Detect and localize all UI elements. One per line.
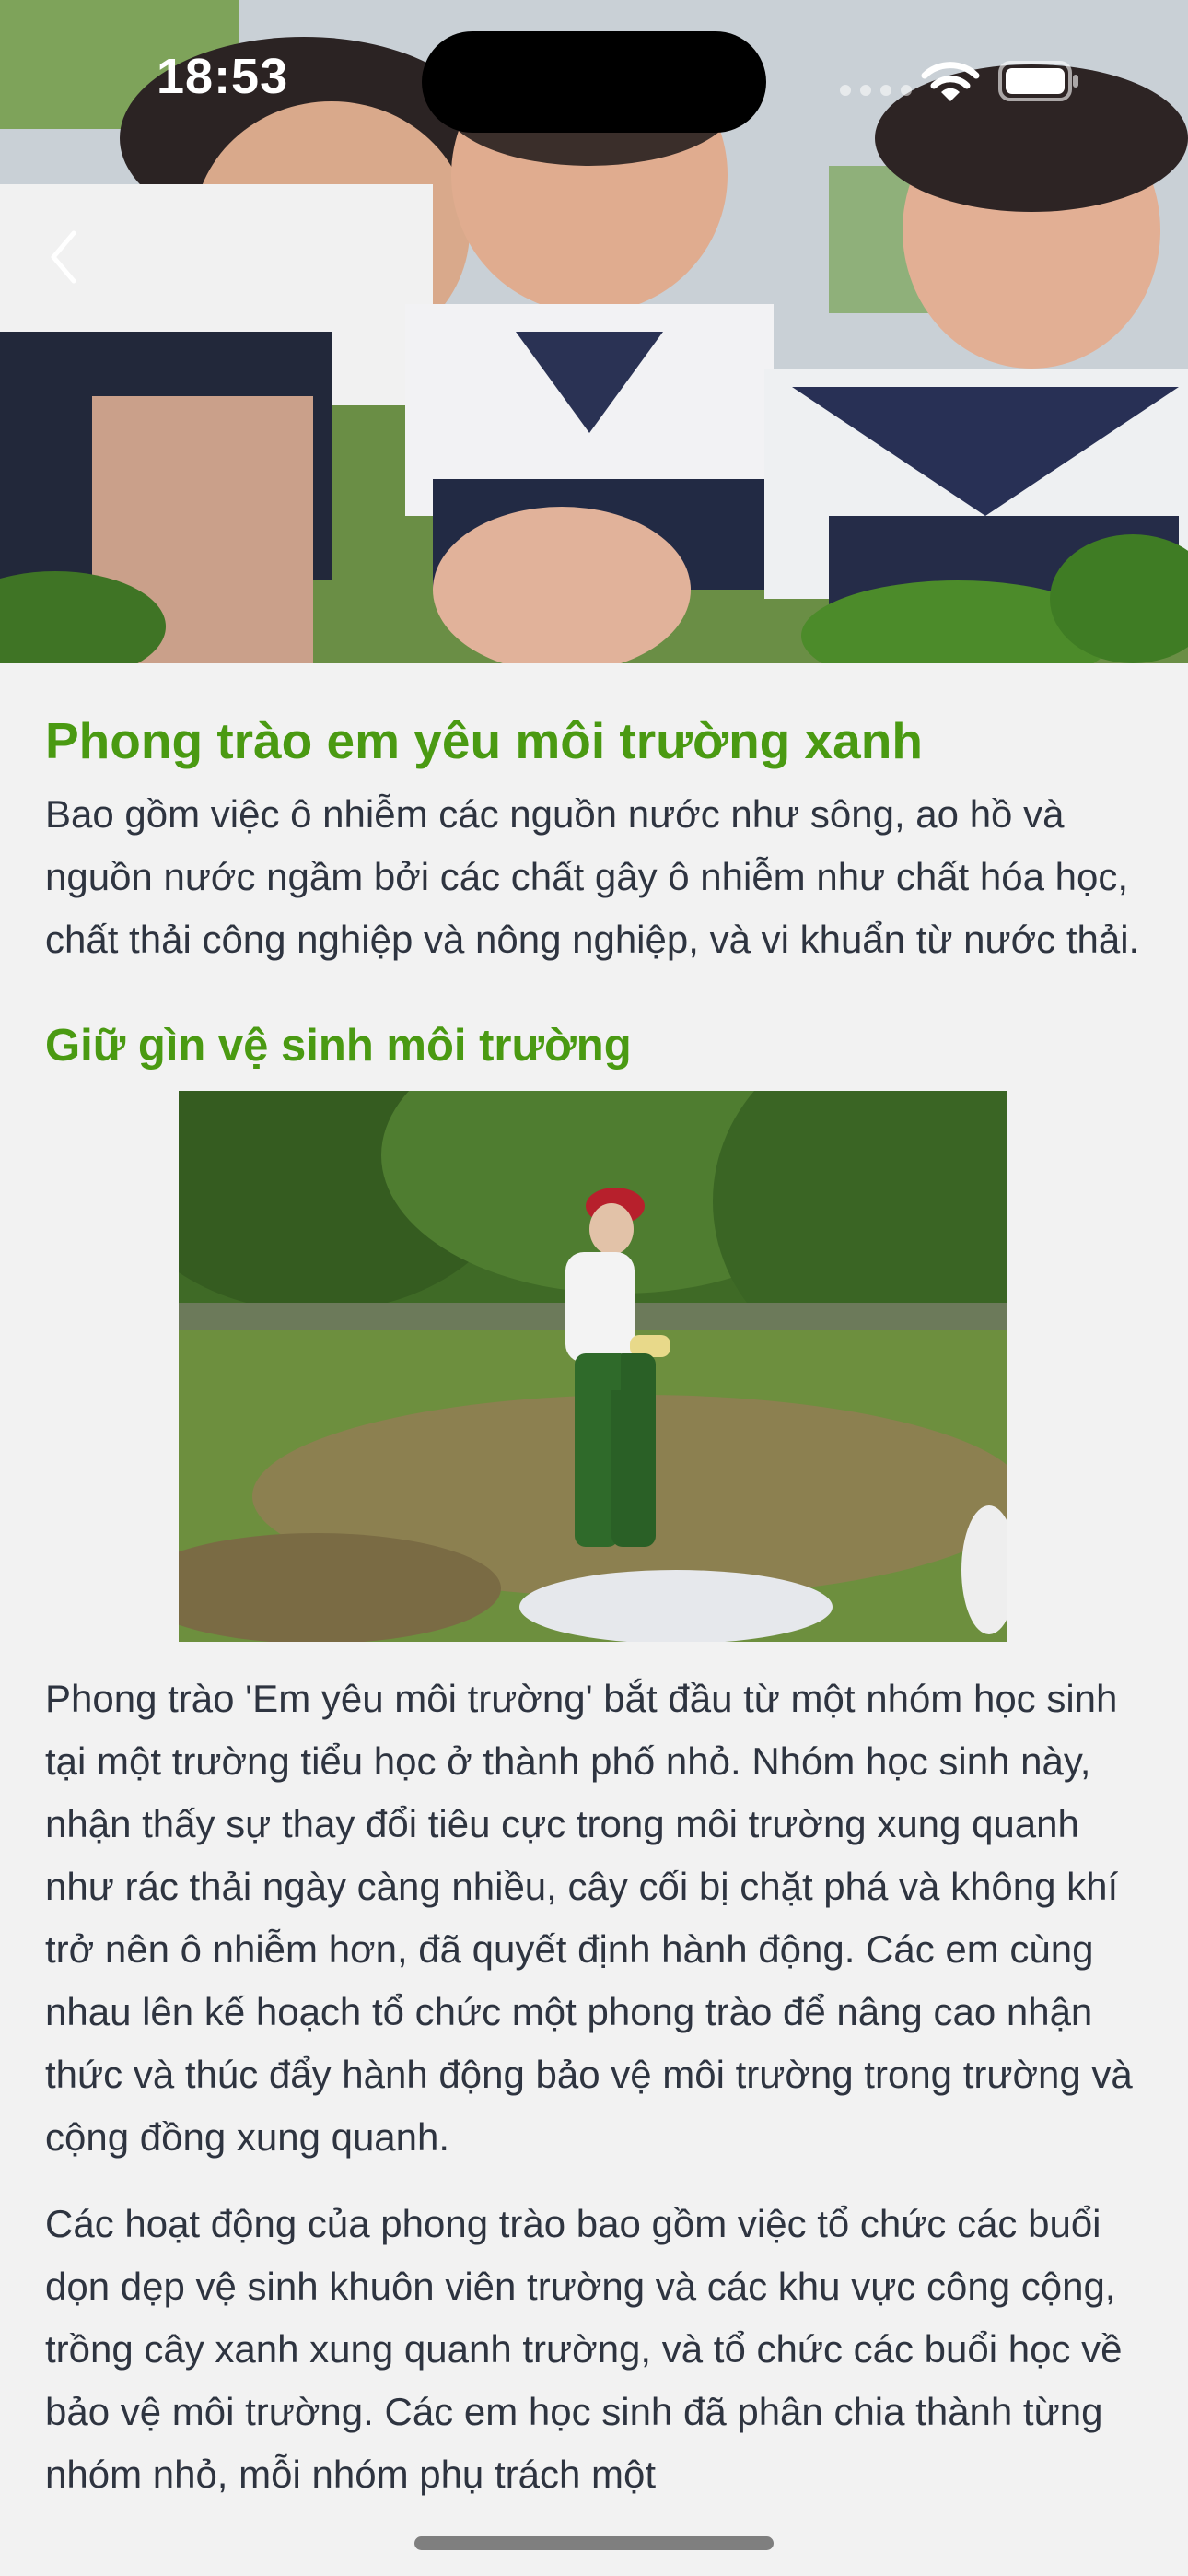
- article-intro: Bao gồm việc ô nhiễm các nguồn nước như …: [45, 792, 1140, 961]
- section-subtitle: Giữ gìn vệ sinh môi trường: [45, 1021, 632, 1071]
- article-paragraph: Các hoạt động của phong trào bao gồm việ…: [45, 2202, 1123, 2496]
- status-time: 18:53: [157, 49, 289, 104]
- dynamic-island: [422, 31, 766, 133]
- back-button[interactable]: [31, 225, 96, 289]
- chevron-left-icon: [51, 230, 76, 284]
- wifi-icon: [921, 59, 980, 110]
- article-screen: 18:53 Phong trào em yêu môi trường xanh …: [0, 0, 1188, 2576]
- article-content: Phong trào em yêu môi trường xanh Bao gồ…: [45, 663, 1150, 2506]
- article-paragraph: Phong trào 'Em yêu môi trường' bắt đầu t…: [45, 1677, 1133, 2159]
- home-indicator[interactable]: [414, 2536, 774, 2550]
- article-photo: [179, 1091, 1007, 1642]
- battery-icon: [998, 61, 1081, 106]
- cellular-signal-icon: [840, 85, 912, 96]
- article-title: Phong trào em yêu môi trường xanh: [45, 712, 923, 769]
